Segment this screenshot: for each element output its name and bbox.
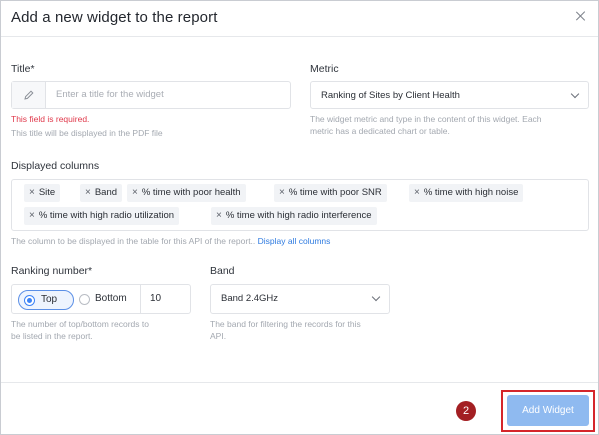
radio-top-label: Top [41,294,58,305]
chip-site[interactable]: × Site [24,184,61,202]
radio-bottom-label: Bottom [95,293,127,304]
ranking-help-line2: be listed in the report. [11,331,93,341]
band-help-line1: The band for filtering the records for t… [210,319,361,329]
chip-high-noise[interactable]: ×% time with high noise [409,184,524,202]
chevron-down-icon [570,89,580,99]
title-label: Title* [11,63,35,75]
band-label: Band [210,265,235,277]
title-placeholder: Enter a title for the widget [56,89,164,100]
chip-label: Site [38,187,56,198]
chip-label: % time with high radio utilization [38,210,175,221]
chip-label: % time with high noise [423,187,519,198]
metric-select[interactable]: Ranking of Sites by Client Health [310,81,589,109]
ranking-number-value: 10 [150,293,162,304]
chip-poor-health[interactable]: ×% time with poor health [127,184,246,202]
radio-selected-icon [24,295,35,306]
dialog-title: Add a new widget to the report [11,9,218,26]
ranking-help-line1: The number of top/bottom records to [11,319,149,329]
radio-top[interactable]: Top [18,290,74,310]
title-error: This field is required. [11,114,90,124]
footer-divider [1,382,598,383]
columns-help-text: The column to be displayed in the table … [11,236,256,246]
display-all-columns-link[interactable]: Display all columns [258,236,331,246]
dialog-header: Add a new widget to the report [1,1,598,37]
chip-band[interactable]: × Band [80,184,123,202]
remove-icon[interactable]: × [85,187,91,198]
ranking-number-input[interactable]: 10 [140,285,190,313]
pencil-icon-box [12,82,46,108]
band-value: Band 2.4GHz [221,293,279,304]
ranking-control: Top Bottom 10 [11,284,191,314]
radio-unselected-icon [79,294,90,305]
chip-label: % time with high radio interference [225,210,372,221]
band-select[interactable]: Band 2.4GHz [210,284,390,314]
title-input[interactable]: Enter a title for the widget [11,81,291,109]
remove-icon[interactable]: × [132,187,138,198]
metric-help-line1: The widget metric and type in the conten… [310,114,542,124]
title-help: This title will be displayed in the PDF … [11,128,163,138]
metric-value: Ranking of Sites by Client Health [321,90,460,101]
chip-label: % time with poor SNR [288,187,382,198]
chip-radio-utilization[interactable]: ×% time with high radio utilization [24,207,180,225]
chip-radio-interference[interactable]: ×% time with high radio interference [211,207,377,225]
step-badge: 2 [456,401,476,421]
metric-help-line2: metric has a dedicated chart or table. [310,126,450,136]
remove-icon[interactable]: × [29,210,35,221]
chip-label: Band [94,187,118,198]
ranking-label: Ranking number* [11,265,93,277]
add-widget-dialog: Add a new widget to the report Title* En… [0,0,599,435]
columns-help: The column to be displayed in the table … [11,235,330,247]
chevron-down-icon [371,292,381,302]
close-icon[interactable] [574,9,588,23]
band-help-line2: API. [210,331,227,341]
radio-bottom[interactable]: Bottom [76,290,138,310]
remove-icon[interactable]: × [414,187,420,198]
remove-icon[interactable]: × [279,187,285,198]
metric-label: Metric [310,63,339,75]
pencil-icon [24,90,34,100]
remove-icon[interactable]: × [29,187,35,198]
chip-label: % time with poor health [141,187,241,198]
chip-poor-snr[interactable]: ×% time with poor SNR [274,184,387,202]
add-widget-button[interactable]: Add Widget [507,395,589,426]
columns-label: Displayed columns [11,160,100,172]
columns-multiselect[interactable]: × Site × Band ×% time with poor health ×% … [11,179,589,231]
remove-icon[interactable]: × [216,210,222,221]
